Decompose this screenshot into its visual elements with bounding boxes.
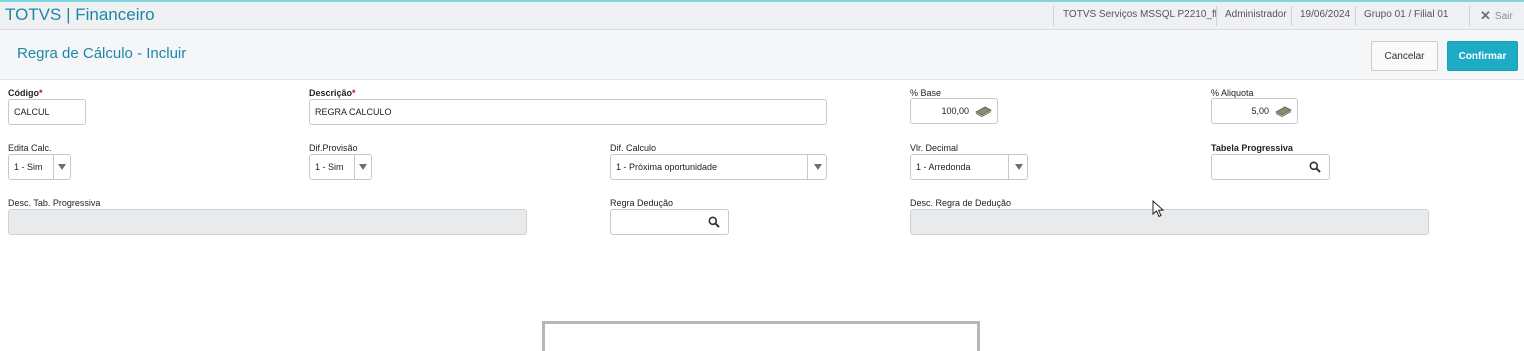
separator: [354, 155, 355, 179]
dif-provisao-label: Dif.Provisão: [309, 143, 358, 153]
mouse-cursor-icon: [1152, 200, 1165, 218]
chevron-down-icon: [1015, 164, 1023, 170]
chevron-down-icon: [359, 164, 367, 170]
dif-provisao-select[interactable]: 1 - Sim: [309, 154, 372, 180]
date-label: 19/06/2024: [1300, 9, 1351, 20]
separator: [1053, 6, 1054, 26]
separator: [1469, 6, 1470, 26]
descricao-value: REGRA CALCULO: [315, 107, 392, 117]
close-icon: ✕: [1480, 8, 1491, 23]
desc-regra-deducao-label: Desc. Regra de Dedução: [910, 198, 1012, 208]
confirm-button[interactable]: Confirmar: [1447, 41, 1518, 71]
separator: [1355, 6, 1356, 26]
tabela-progressiva-field[interactable]: [1211, 154, 1330, 180]
money-icon[interactable]: [975, 105, 992, 117]
dif-calculo-label: Dif. Calculo: [610, 143, 657, 153]
search-icon[interactable]: [1309, 161, 1321, 173]
descricao-field[interactable]: REGRA CALCULO: [309, 99, 827, 125]
codigo-label: Código*: [8, 88, 43, 98]
user-label: Administrador: [1225, 9, 1287, 20]
search-icon[interactable]: [708, 216, 720, 228]
regra-deducao-label: Regra Dedução: [610, 198, 674, 208]
edita-calc-select[interactable]: 1 - Sim: [8, 154, 71, 180]
dif-calculo-value: 1 - Próxima oportunidade: [616, 162, 718, 172]
chevron-down-icon: [58, 164, 66, 170]
page-header: Regra de Cálculo - Incluir Cancelar Conf…: [0, 30, 1524, 80]
money-icon[interactable]: [1275, 105, 1292, 117]
desc-tab-progressiva-field: [8, 209, 527, 235]
desc-regra-deducao-field: [910, 209, 1429, 235]
separator: [1291, 6, 1292, 26]
codigo-field[interactable]: CALCUL: [8, 99, 86, 125]
vlr-decimal-value: 1 - Arredonda: [916, 162, 971, 172]
separator: [53, 155, 54, 179]
aliquota-label: % Aliquota: [1211, 88, 1254, 98]
aliquota-value: 5,00: [1251, 106, 1269, 116]
separator: [1216, 6, 1217, 26]
vlr-decimal-select[interactable]: 1 - Arredonda: [910, 154, 1028, 180]
base-field[interactable]: 100,00: [910, 98, 998, 124]
separator: [807, 155, 808, 179]
tabela-progressiva-label: Tabela Progressiva: [1211, 143, 1293, 153]
page-title: Regra de Cálculo - Incluir: [17, 45, 187, 62]
base-value: 100,00: [941, 106, 969, 116]
vlr-decimal-label: Vlr. Decimal: [910, 143, 959, 153]
regra-deducao-field[interactable]: [610, 209, 729, 235]
edita-calc-label: Edita Calc.: [8, 143, 52, 153]
environment-label: TOTVS Serviços MSSQL P2210_ff: [1063, 9, 1218, 20]
dif-provisao-value: 1 - Sim: [315, 162, 344, 172]
dif-calculo-select[interactable]: 1 - Próxima oportunidade: [610, 154, 827, 180]
app-title: TOTVS | Financeiro: [5, 5, 155, 24]
cancel-button[interactable]: Cancelar: [1371, 41, 1438, 71]
descricao-label: Descrição*: [309, 88, 356, 98]
separator: [1008, 155, 1009, 179]
chevron-down-icon: [814, 164, 822, 170]
exit-label: Sair: [1494, 10, 1513, 22]
desc-tab-progressiva-label: Desc. Tab. Progressiva: [8, 198, 101, 208]
branch-label[interactable]: Grupo 01 / Filial 01: [1364, 9, 1449, 20]
codigo-value: CALCUL: [14, 107, 50, 117]
panel-frame: [542, 321, 980, 351]
base-label: % Base: [910, 88, 942, 98]
aliquota-field[interactable]: 5,00: [1211, 98, 1298, 124]
exit-button[interactable]: ✕ Sair: [1480, 8, 1513, 24]
top-bar: TOTVS | Financeiro TOTVS Serviços MSSQL …: [0, 0, 1524, 30]
edita-calc-value: 1 - Sim: [14, 162, 43, 172]
